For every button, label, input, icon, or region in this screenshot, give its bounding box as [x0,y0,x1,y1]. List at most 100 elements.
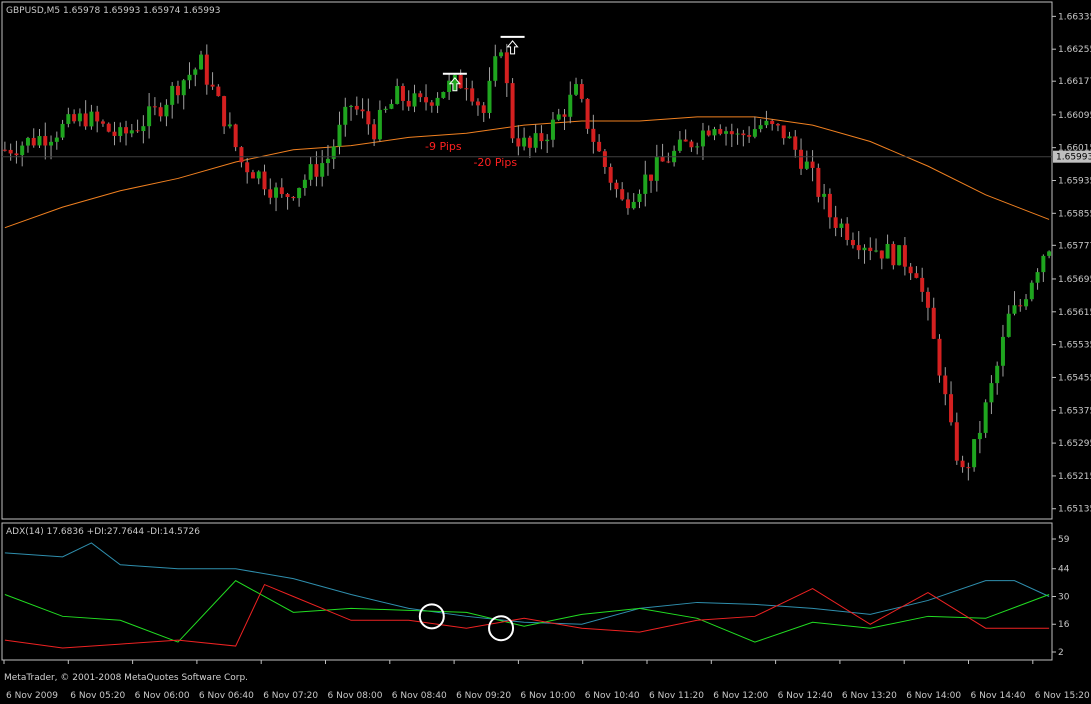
candle-body [193,69,198,75]
time-tick-label: 6 Nov 06:00 [135,691,190,701]
candle [510,78,515,143]
candle-body [395,86,400,104]
time-tick-label: 6 Nov 08:40 [392,691,447,701]
candle-body [695,146,700,148]
candle-body [400,86,405,101]
symbol-header: GBPUSD,M5 1.65978 1.65993 1.65974 1.6599… [6,6,221,16]
candle-body [556,114,561,120]
candle-body [545,139,550,142]
candle-body [689,141,694,148]
candle-body [954,422,959,461]
time-tick-label: 6 Nov 13:20 [842,691,897,701]
candle-body [1024,299,1029,307]
candle-body [966,467,971,469]
candle-body [1035,272,1040,283]
candle-body [925,291,930,308]
candle-body [268,189,273,198]
candle-body [845,223,850,240]
time-tick-label: 6 Nov 08:00 [328,691,383,701]
candle-body [752,129,757,137]
candle-body [937,338,942,376]
candle-body [729,131,734,135]
candle-body [337,124,342,147]
candle-body [983,402,988,433]
candle-body [1018,305,1023,307]
candle-body [493,56,498,81]
candle-body [77,113,82,122]
candle-body [210,84,215,87]
candle-body [274,187,279,198]
copyright-text: MetaTrader, © 2001-2008 MetaQuotes Softw… [4,673,249,683]
candle-body [199,54,204,70]
candle-body [49,141,54,146]
candle-body [377,109,382,140]
candle-body [112,131,117,136]
time-tick-label: 6 Nov 14:40 [971,691,1026,701]
candle-body [314,164,319,177]
candle-body [499,52,504,57]
candle-body [60,123,65,138]
candle-body [95,111,100,122]
adx-indicator-panel[interactable] [1,522,1053,661]
time-tick-label: 6 Nov 2009 [6,691,58,701]
candle-body [72,114,77,122]
candle-body [902,245,907,267]
candle-body [389,103,394,109]
candle-body [204,54,209,85]
candle-body [527,137,532,148]
candle-body [285,194,290,197]
candle-body [66,114,71,124]
time-tick-label: 6 Nov 05:20 [70,691,125,701]
candle-body [441,91,446,98]
candle-body [539,133,544,142]
candle-body [54,137,59,142]
time-tick-label: 6 Nov 10:40 [585,691,640,701]
candle [897,244,902,266]
candle-body [152,106,157,108]
candle-body [291,196,296,199]
candle-body [914,273,919,278]
time-tick-label: 6 Nov 15:20 [1035,691,1090,701]
candle-body [620,189,625,200]
time-tick-label: 6 Nov 07:20 [263,691,318,701]
time-tick-label: 6 Nov 11:20 [649,691,704,701]
adx-axis: 59 44 30 16 2 [1052,535,1070,658]
candle-body [995,365,1000,384]
price-tick-label: 1.66255 [1058,45,1091,55]
candle-body [100,121,105,124]
candle-body [406,100,411,107]
candle-body [233,124,238,148]
candle-body [827,193,832,218]
candle [1029,280,1034,302]
trading-chart[interactable]: 1.663351.662551.661771.660951.660151.659… [0,0,1091,704]
candle-body [37,136,42,146]
candle-body [764,120,769,126]
price-tick-label: 1.65455 [1058,373,1091,383]
candle-body [822,193,827,197]
candle-body [158,107,163,117]
candle-body [2,149,7,151]
candle-body [245,162,250,173]
candle-body [625,199,630,209]
price-tick-label: 1.65135 [1058,505,1091,515]
candle-body [741,133,746,136]
candle-body [464,88,469,90]
candle-body [724,131,729,134]
candle-body [522,137,527,147]
candle-body [8,149,13,154]
candle-body [804,161,809,169]
candle-body [106,123,111,132]
candle-body [279,187,284,195]
candle-body [349,105,354,107]
candle-body [856,245,861,251]
candle-body [343,106,348,125]
candle-body [429,102,434,106]
candle-body [227,124,232,127]
indicator-panel-border [1,522,1053,661]
candle-body [579,84,584,99]
candle-body [516,138,521,147]
candle-body [89,111,94,127]
candle-body [943,375,948,395]
candle-body [643,174,648,194]
price-tick-label: 1.65215 [1058,472,1091,482]
